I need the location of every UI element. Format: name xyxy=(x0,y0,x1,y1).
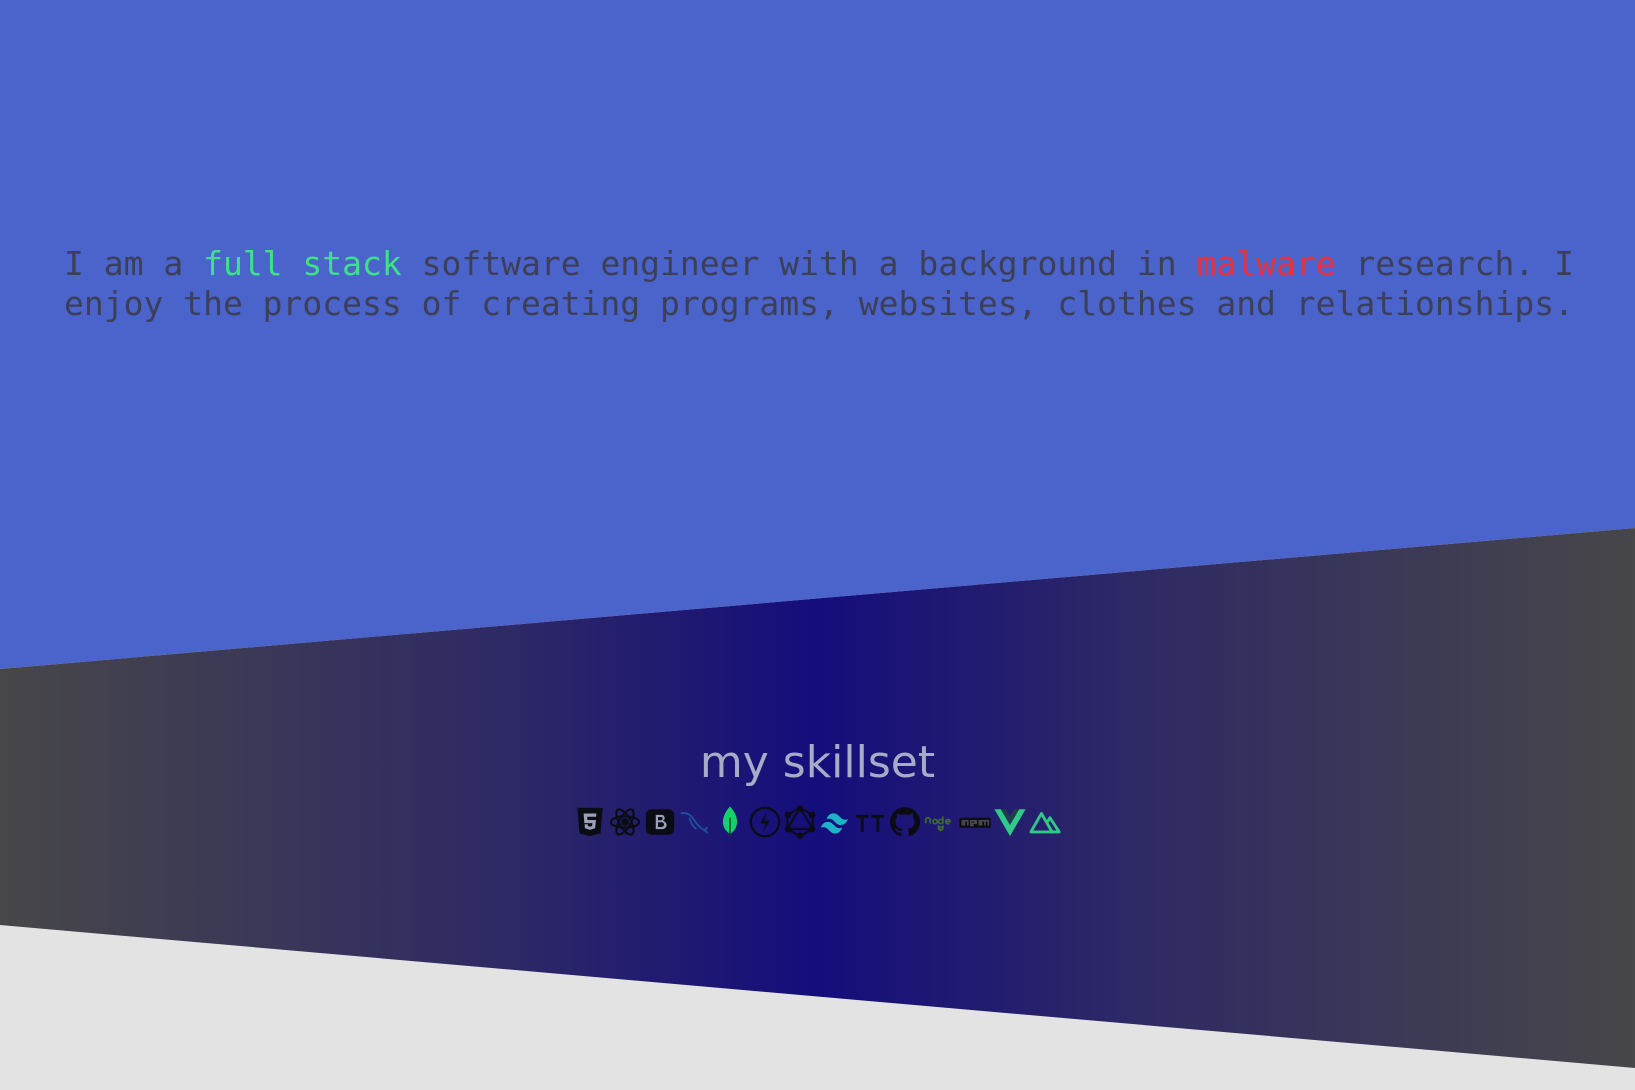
fastify-icon xyxy=(748,805,782,839)
nodejs-icon xyxy=(923,805,957,839)
malware-highlight: malware xyxy=(1196,244,1336,283)
npm-icon xyxy=(958,805,992,839)
react-icon xyxy=(608,805,642,839)
intro-line-1: I am a full stack software engineer with… xyxy=(64,244,1584,284)
skillset-section: my skillset xyxy=(0,735,1635,844)
typescript-icon xyxy=(853,805,887,839)
intro-prefix: I am a xyxy=(64,244,204,283)
skill-icons-row xyxy=(573,805,1062,839)
intro-paragraph: I am a full stack software engineer with… xyxy=(64,244,1584,324)
intro-middle: software engineer with a background in xyxy=(401,244,1197,283)
bootstrap-icon xyxy=(643,805,677,839)
html5-icon xyxy=(573,805,607,839)
tailwindcss-icon xyxy=(818,805,852,839)
vue-icon xyxy=(993,805,1027,839)
intro-line-2: enjoy the process of creating programs, … xyxy=(64,284,1574,323)
intro-suffix: research. I xyxy=(1335,244,1574,283)
mongodb-icon xyxy=(713,805,747,839)
graphql-icon xyxy=(783,805,817,839)
nuxt-icon xyxy=(1028,805,1062,839)
skillset-heading: my skillset xyxy=(699,737,936,788)
github-icon xyxy=(888,805,922,839)
mysql-icon xyxy=(678,805,712,839)
full-stack-highlight: full stack xyxy=(203,244,402,283)
